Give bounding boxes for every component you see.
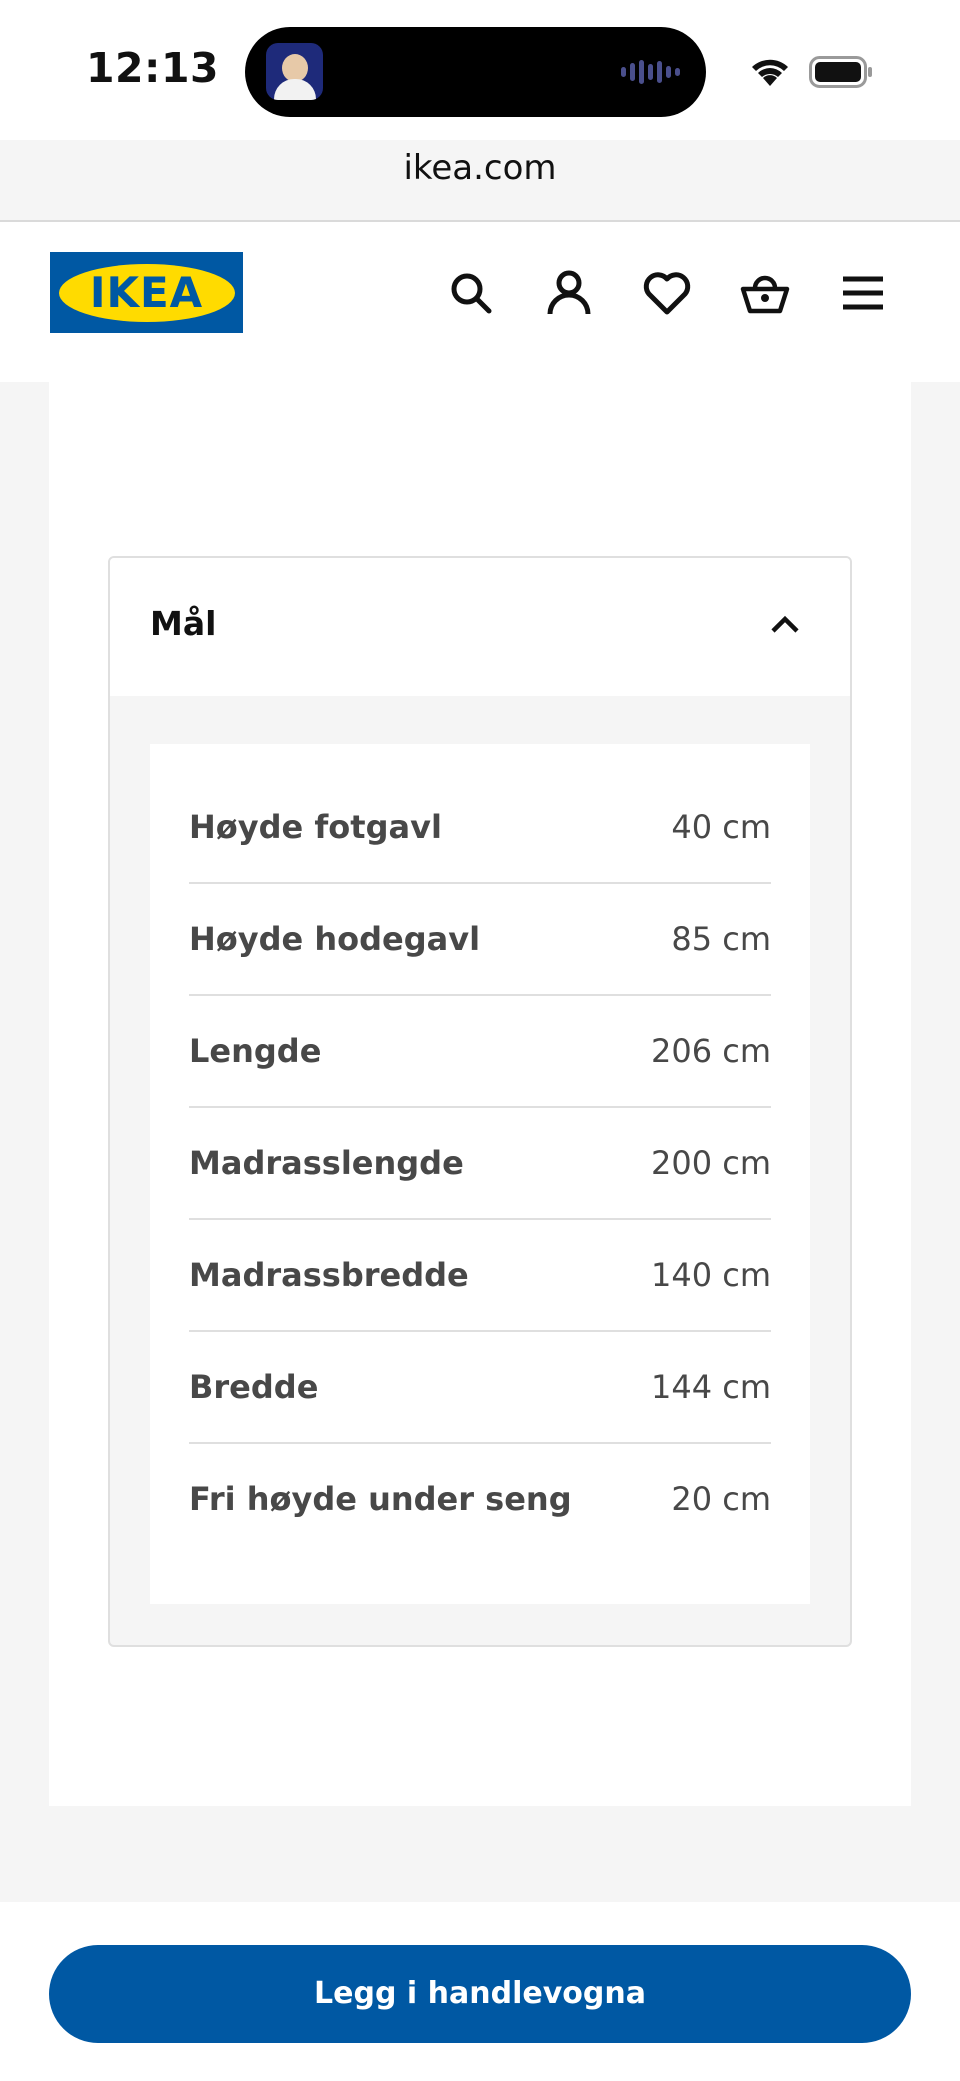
dimension-value: 40 cm (671, 808, 771, 846)
account-icon[interactable] (544, 268, 594, 318)
menu-icon[interactable] (838, 268, 888, 318)
dimensions-accordion: Mål Høyde fotgavl 40 cm Høyde hodegavl 8… (108, 556, 852, 1647)
dynamic-island[interactable] (245, 27, 706, 117)
add-to-cart-button[interactable]: Legg i handlevogna (49, 1945, 911, 2043)
shopping-basket-icon[interactable] (740, 268, 790, 318)
dimension-row: Bredde 144 cm (189, 1332, 771, 1444)
dimension-row: Lengde 206 cm (189, 996, 771, 1108)
dimension-row: Høyde fotgavl 40 cm (189, 772, 771, 884)
dimension-label: Lengde (189, 1032, 322, 1070)
status-time: 12:13 (86, 44, 220, 92)
wifi-icon (752, 59, 788, 86)
audio-waveform-icon (621, 58, 680, 86)
search-icon[interactable] (446, 268, 496, 318)
dimension-row: Fri høyde under seng 20 cm (189, 1444, 771, 1556)
dimension-row: Høyde hodegavl 85 cm (189, 884, 771, 996)
dimension-row: Madrasslengde 200 cm (189, 1108, 771, 1220)
dimension-label: Madrassbredde (189, 1256, 469, 1294)
now-playing-app-icon[interactable] (266, 43, 323, 100)
dimension-label: Madrasslengde (189, 1144, 464, 1182)
dimension-label: Bredde (189, 1368, 319, 1406)
dimensions-accordion-header[interactable]: Mål (110, 558, 850, 696)
dimension-row: Madrassbredde 140 cm (189, 1220, 771, 1332)
dimension-value: 20 cm (671, 1480, 771, 1518)
dimension-label: Fri høyde under seng (189, 1480, 572, 1518)
logo-text: IKEA (89, 267, 204, 317)
dimension-value: 206 cm (650, 1032, 771, 1070)
dimensions-panel: Høyde fotgavl 40 cm Høyde hodegavl 85 cm… (150, 744, 810, 1604)
status-bar: 12:13 ikea.com (0, 0, 960, 188)
battery-icon (809, 56, 872, 88)
dimensions-title: Mål (150, 604, 217, 643)
chevron-up-icon[interactable] (770, 614, 800, 634)
page: 12:13 ikea.com IKEA Mål Høyde fotgavl 40… (0, 0, 960, 2081)
bottom-action-bar: Legg i handlevogna (0, 1902, 960, 2081)
heart-icon[interactable] (642, 268, 692, 318)
ikea-logo[interactable]: IKEA (50, 252, 243, 333)
dimension-value: 200 cm (650, 1144, 771, 1182)
dimension-value: 85 cm (671, 920, 771, 958)
dimension-label: Høyde fotgavl (189, 808, 442, 846)
address-bar-url[interactable]: ikea.com (0, 148, 960, 188)
dimension-value: 140 cm (650, 1256, 771, 1294)
dimension-label: Høyde hodegavl (189, 920, 481, 958)
dimension-value: 144 cm (650, 1368, 771, 1406)
site-header: IKEA (0, 222, 960, 382)
